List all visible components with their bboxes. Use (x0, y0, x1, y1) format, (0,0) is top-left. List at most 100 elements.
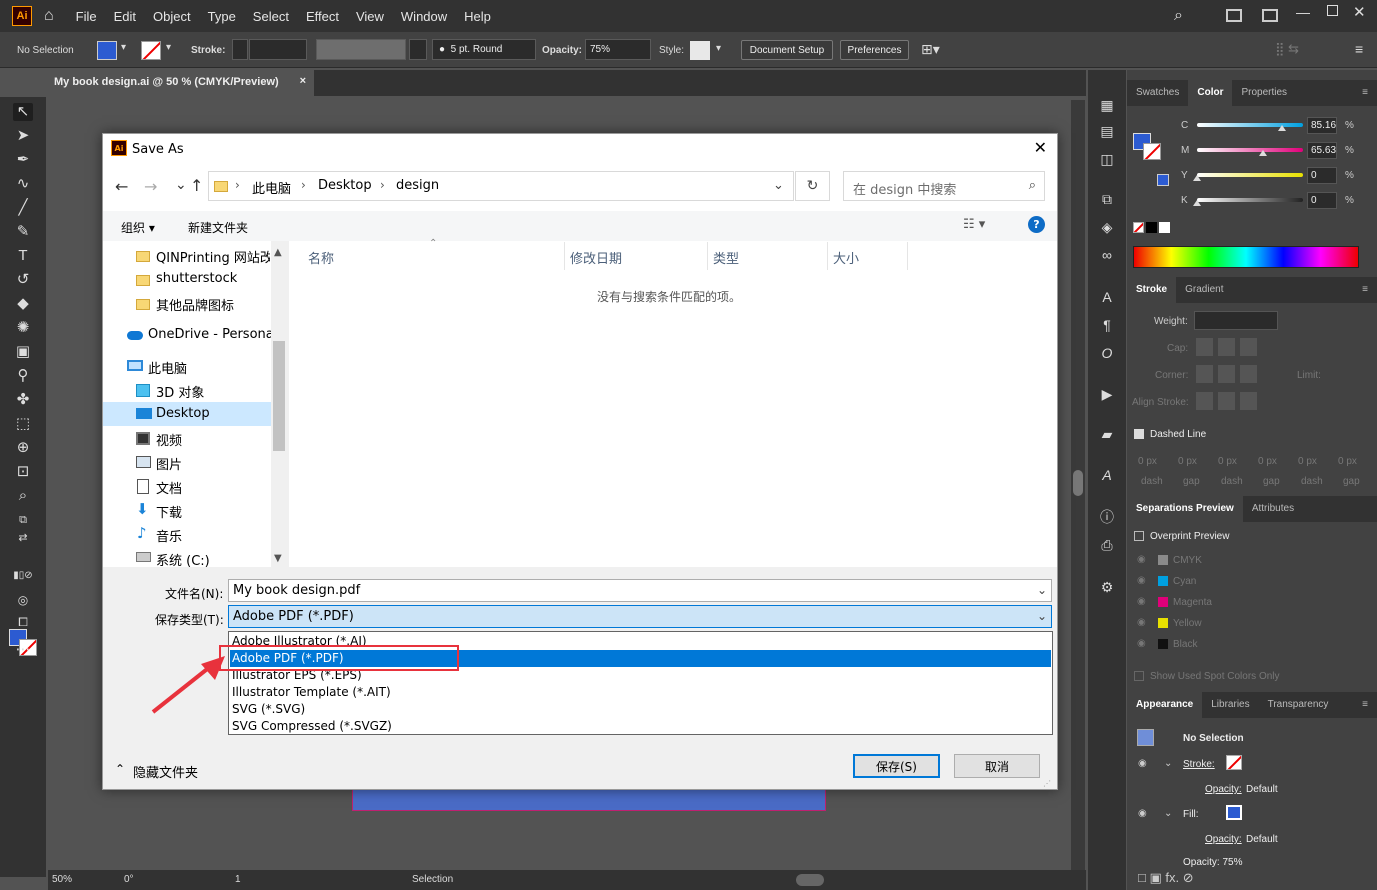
curvature-tool-icon[interactable]: ∿ (13, 175, 33, 193)
chevron-down-icon[interactable]: ⌄ (175, 177, 187, 193)
settings-gear-icon[interactable]: ⚙ (1097, 578, 1117, 596)
resize-grip-icon[interactable]: ⋰ (1043, 779, 1051, 788)
menu-object[interactable]: Object (153, 9, 191, 24)
artboards-icon[interactable]: ▦ (1097, 96, 1117, 114)
draw-mode-icon[interactable]: ◎ (13, 591, 33, 609)
artboard-tool-icon[interactable]: ⊡ (13, 463, 33, 481)
corner-buttons[interactable] (1196, 365, 1258, 383)
panel-menu-icon[interactable]: ≡ (1353, 692, 1377, 718)
channel-c-slider[interactable] (1197, 123, 1303, 131)
chevron-down-icon[interactable]: ⌄ (1164, 808, 1172, 819)
search-icon[interactable]: ⌕ (1174, 7, 1183, 25)
channel-k-slider[interactable] (1193, 198, 1303, 206)
nav-item-desktop[interactable]: Desktop (156, 406, 210, 421)
direct-selection-tool-icon[interactable]: ➤ (13, 127, 33, 145)
spot-colors-checkbox[interactable] (1134, 671, 1144, 681)
pen-tool-icon[interactable]: ✒ (13, 151, 33, 169)
menu-help[interactable]: Help (464, 9, 491, 24)
help-icon[interactable]: ? (1028, 216, 1045, 233)
option-svg[interactable]: SVG (*.SVG) (230, 701, 1051, 718)
arrange-icon[interactable] (1226, 9, 1242, 22)
menu-select[interactable]: Select (253, 9, 289, 24)
up-arrow-icon[interactable]: ↑ (190, 176, 203, 195)
free-transform-tool-icon[interactable]: ⬚ (13, 415, 33, 433)
panel-icon[interactable] (1262, 9, 1278, 22)
slider-thumb-icon[interactable] (1258, 150, 1267, 156)
maximize-icon[interactable] (1327, 5, 1338, 16)
back-arrow-icon[interactable]: ← (115, 177, 128, 196)
gap-1-value[interactable]: 0 px (1178, 456, 1197, 467)
none-swatch[interactable] (1133, 222, 1144, 233)
home-icon[interactable]: ⌂ (44, 7, 54, 25)
stroke-dropdown-icon[interactable]: ▾ (166, 42, 171, 53)
breadcrumb-this-pc[interactable]: 此电脑 (252, 178, 291, 197)
black-swatch[interactable] (1146, 222, 1157, 233)
stroke-none-swatch[interactable] (141, 41, 161, 60)
zoom-level[interactable]: 50% (52, 874, 72, 885)
address-dropdown-icon[interactable]: ⌄ (773, 178, 784, 193)
nav-item-videos[interactable]: 视频 (156, 430, 182, 449)
rotate-tool-icon[interactable]: ↺ (13, 271, 33, 289)
organize-button[interactable]: 组织 ▾ (121, 219, 155, 236)
eye-icon[interactable]: ◉ (1137, 638, 1146, 649)
out-of-gamut-swatch[interactable] (1157, 174, 1169, 186)
slider-thumb-icon[interactable] (1193, 175, 1201, 181)
refresh-icon[interactable]: ↻ (795, 171, 830, 201)
eye-icon[interactable]: ◉ (1138, 758, 1147, 769)
nav-item-pictures[interactable]: 图片 (156, 454, 182, 473)
view-options-icon[interactable]: ☷ ▾ (963, 217, 985, 232)
cap-buttons[interactable] (1196, 338, 1258, 356)
character-icon[interactable]: A (1097, 288, 1117, 306)
paragraph-icon[interactable]: ¶ (1097, 316, 1117, 334)
hide-folders-toggle[interactable]: 隐藏文件夹 (133, 762, 198, 781)
brush-definition[interactable]: ● 5 pt. Round (432, 39, 536, 60)
nav-item-3d-objects[interactable]: 3D 对象 (156, 382, 204, 401)
appearance-stroke-label[interactable]: Stroke: (1183, 759, 1215, 770)
panel-menu-icon[interactable]: ≡ (1353, 277, 1377, 303)
tab-appearance[interactable]: Appearance (1127, 692, 1203, 718)
channel-m-value[interactable]: 65.63 (1307, 142, 1337, 159)
links-icon[interactable]: ∞ (1097, 246, 1117, 264)
dash-2-value[interactable]: 0 px (1218, 456, 1237, 467)
eye-icon[interactable]: ◉ (1137, 575, 1146, 586)
opentype-icon[interactable]: O (1097, 344, 1117, 362)
breadcrumb-desktop[interactable]: Desktop (318, 178, 372, 193)
arrange-docs-icon[interactable]: ⊞▾ (921, 41, 940, 58)
weight-input[interactable] (1194, 311, 1278, 330)
channel-m-slider[interactable] (1197, 148, 1303, 156)
chevron-down-icon[interactable]: ⌄ (1164, 758, 1172, 769)
color-mode-icon[interactable]: ▮▯⊘ (13, 567, 33, 585)
nav-item-this-pc[interactable]: 此电脑 (148, 358, 187, 377)
selection-tool-icon[interactable]: ↖ (13, 103, 33, 121)
column-name[interactable]: 名称 (308, 248, 334, 267)
column-size[interactable]: 大小 (833, 248, 859, 267)
align-buttons[interactable] (1196, 392, 1258, 410)
eyedropper-tool-icon[interactable]: ⚲ (13, 367, 33, 385)
nav-item-brand-icons[interactable]: 其他品牌图标 (156, 295, 234, 314)
filename-input[interactable]: My book design.pdf ⌄ (228, 579, 1052, 602)
nav-item-downloads[interactable]: 下载 (156, 502, 182, 521)
breadcrumb-design[interactable]: design (396, 178, 439, 193)
channel-y-slider[interactable] (1193, 173, 1303, 181)
eye-icon[interactable]: ◉ (1137, 554, 1146, 565)
address-bar[interactable]: › 此电脑 › Desktop › design ⌄ (208, 171, 794, 201)
zoom-tool-icon[interactable]: ⌕ (13, 487, 33, 505)
style-swatch[interactable] (690, 41, 710, 60)
scroll-down-icon[interactable]: ▼ (274, 553, 282, 564)
menu-view[interactable]: View (356, 9, 384, 24)
gradient-tool-icon[interactable]: ▣ (13, 343, 33, 361)
tab-stroke[interactable]: Stroke (1127, 277, 1177, 303)
line-tool-icon[interactable]: ╱ (13, 199, 33, 217)
nav-item-music[interactable]: 音乐 (156, 526, 182, 545)
tab-gradient[interactable]: Gradient (1176, 277, 1232, 303)
comments-icon[interactable]: ▰ (1097, 425, 1117, 443)
stroke-weight-input[interactable] (249, 39, 307, 60)
chevron-up-icon[interactable]: ⌃ (115, 762, 125, 776)
chevron-down-icon[interactable]: ⌄ (1037, 583, 1047, 597)
menu-file[interactable]: File (76, 9, 97, 24)
nav-item-shutterstock[interactable]: shutterstock (156, 271, 237, 286)
search-input[interactable]: 在 design 中搜索 ⌕ (843, 171, 1045, 201)
align-panel-icon[interactable]: ▤ (1097, 122, 1117, 140)
align-icon[interactable]: ⣿ ⇆ (1275, 41, 1299, 57)
tab-attributes[interactable]: Attributes (1243, 496, 1303, 522)
